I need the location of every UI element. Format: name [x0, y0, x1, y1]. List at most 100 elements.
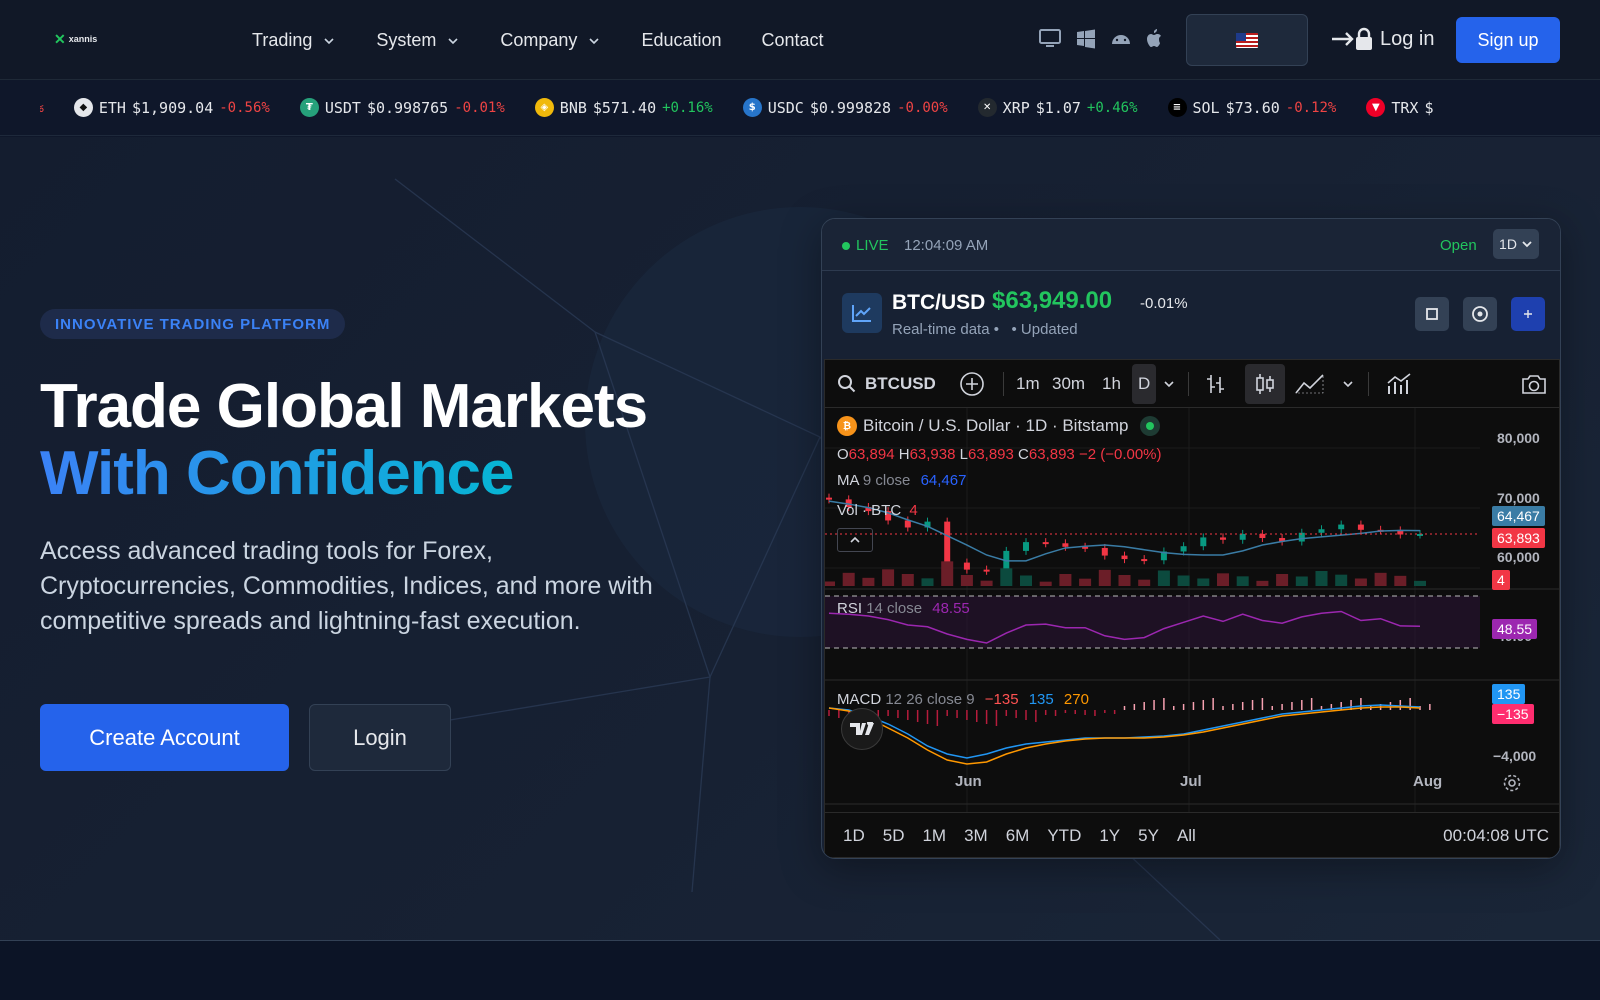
ticker-item[interactable]: ₮ USDT $0.998765 -0.01%: [299, 98, 505, 117]
candle-body: [1180, 546, 1187, 552]
volume-bar: [1059, 574, 1072, 586]
realtime-label: Real-time data: [892, 321, 990, 338]
indicators-button[interactable]: [1386, 360, 1412, 408]
section-divider: [0, 940, 1600, 1000]
volume-bar: [1157, 570, 1170, 586]
tv-toolbar: BTCUSD 1m 30m 1h D: [825, 360, 1560, 408]
area-style-button[interactable]: [1295, 360, 1325, 408]
volume-bar: [980, 580, 993, 586]
toolbar-separator: [1003, 372, 1004, 396]
volume-bar: [842, 572, 855, 586]
ticker-item[interactable]: ≡ SOL $73.60 -0.12%: [1167, 98, 1336, 117]
indicators-icon: [1387, 373, 1411, 394]
nav-system-label: System: [376, 30, 437, 50]
hero-title-line2: With Confidence: [40, 439, 515, 508]
interval-dropdown[interactable]: [1162, 360, 1176, 408]
collapse-legend-button[interactable]: [837, 528, 873, 552]
style-dropdown[interactable]: [1341, 360, 1355, 408]
candle-body: [1357, 524, 1364, 530]
candle-body: [1239, 533, 1246, 540]
nav-trading[interactable]: Trading: [252, 30, 336, 51]
trx-icon: ▼: [1366, 98, 1386, 117]
compare-button[interactable]: [959, 360, 985, 408]
usdt-icon: ₮: [299, 98, 319, 117]
candles-style-button[interactable]: [1245, 364, 1285, 404]
volume-bar: [862, 577, 875, 586]
macd-label: MACD: [837, 691, 882, 708]
candle-body: [1338, 524, 1345, 530]
interval-1m[interactable]: 1m: [1016, 360, 1040, 408]
timeframe-select[interactable]: 1D: [1493, 229, 1539, 259]
live-dot-icon: [842, 241, 850, 250]
bars-style-button[interactable]: [1205, 360, 1227, 408]
hero-login-button[interactable]: Login: [309, 704, 451, 771]
candlestick-icon: [1256, 374, 1274, 394]
volume-bar: [1335, 574, 1348, 586]
focus-button[interactable]: [1463, 297, 1497, 331]
nav-system[interactable]: System: [376, 30, 460, 51]
ticker-item[interactable]: $ USDC $0.999828 -0.00%: [742, 98, 948, 117]
nav-contact[interactable]: Contact: [762, 30, 824, 51]
range-1d[interactable]: 1D: [843, 826, 865, 846]
ticker-item[interactable]: ▼ TRX $: [1366, 98, 1433, 117]
range-all[interactable]: All: [1177, 826, 1196, 846]
candle-body: [963, 562, 970, 570]
ticker-item[interactable]: ✕ XRP $1.07 +0.46%: [977, 98, 1138, 117]
interval-30m[interactable]: 30m: [1052, 360, 1085, 408]
login-arrow-icon: [1332, 27, 1372, 50]
x-axis-label: Aug: [1413, 773, 1443, 790]
range-1y[interactable]: 1Y: [1099, 826, 1120, 846]
tradingview-logo-icon[interactable]: [841, 708, 883, 750]
range-ytd[interactable]: YTD: [1047, 826, 1081, 846]
market-chart-card: LIVE 12:04:09 AM Open 1D BTC/USD $63,949…: [821, 218, 1561, 859]
top-navbar: ✕ xannis Trading System Company Educatio…: [0, 0, 1600, 80]
desktop-icon[interactable]: [1038, 28, 1062, 55]
interval-1h[interactable]: 1h: [1102, 360, 1121, 408]
windows-icon[interactable]: [1076, 29, 1096, 54]
range-5d[interactable]: 5D: [883, 826, 905, 846]
android-icon[interactable]: [1110, 30, 1132, 53]
brand-logo[interactable]: ✕ xannis: [54, 32, 97, 46]
ohlc-o-label: O: [837, 446, 849, 463]
market-open-icon: [1140, 416, 1161, 436]
ticker-symbol: XRP: [1002, 98, 1030, 117]
language-selector[interactable]: [1186, 14, 1308, 66]
logo-mark-icon: ✕: [54, 31, 66, 47]
volume-bar: [1256, 580, 1269, 586]
candle-body: [1121, 555, 1128, 560]
chart-settings-button[interactable]: [1502, 773, 1522, 798]
symbol-search[interactable]: BTCUSD: [837, 360, 936, 408]
nav-login-link[interactable]: Log in: [1330, 26, 1435, 52]
tradingview-widget[interactable]: BTCUSD 1m 30m 1h D ₿ Bitcoin / U.S. Doll…: [824, 359, 1560, 858]
candle-body: [904, 520, 911, 528]
toolbar-separator: [1188, 372, 1189, 396]
nav-education[interactable]: Education: [641, 30, 721, 51]
ticker-change: +0.46%: [1086, 99, 1138, 116]
range-1m[interactable]: 1M: [922, 826, 946, 846]
macd-value-1: −135: [984, 691, 1019, 708]
ticker-item[interactable]: 0%: [40, 100, 44, 116]
range-3m[interactable]: 3M: [964, 826, 988, 846]
add-button[interactable]: [1511, 297, 1545, 331]
ticker-item[interactable]: ◈ BNB $571.40 +0.16%: [534, 98, 713, 117]
range-6m[interactable]: 6M: [1006, 826, 1030, 846]
apple-icon[interactable]: [1146, 29, 1164, 54]
ticker-item[interactable]: ◆ ETH $1,909.04 -0.56%: [73, 98, 270, 117]
snapshot-button[interactable]: [1520, 360, 1548, 408]
bitcoin-icon: ₿: [837, 416, 857, 436]
nav-company-label: Company: [500, 30, 578, 50]
range-5y[interactable]: 5Y: [1138, 826, 1159, 846]
create-account-button[interactable]: Create Account: [40, 704, 289, 771]
candle-body: [944, 521, 951, 563]
ticker-symbol: BNB: [559, 98, 587, 117]
chevron-down-icon: [589, 37, 600, 44]
interval-d[interactable]: D: [1132, 364, 1157, 404]
ticker-symbol: TRX: [1391, 98, 1419, 117]
ohlc-legend: O63,894 H63,938 L63,893 C63,893 −2 (−0.0…: [837, 446, 1162, 463]
stop-button[interactable]: [1415, 297, 1449, 331]
vol-label: Vol · BTC: [837, 502, 902, 519]
nav-company[interactable]: Company: [500, 30, 601, 51]
ohlc-high: 63,938: [909, 446, 956, 463]
ticker-change: 0%: [40, 100, 44, 116]
signup-button[interactable]: Sign up: [1456, 17, 1560, 63]
